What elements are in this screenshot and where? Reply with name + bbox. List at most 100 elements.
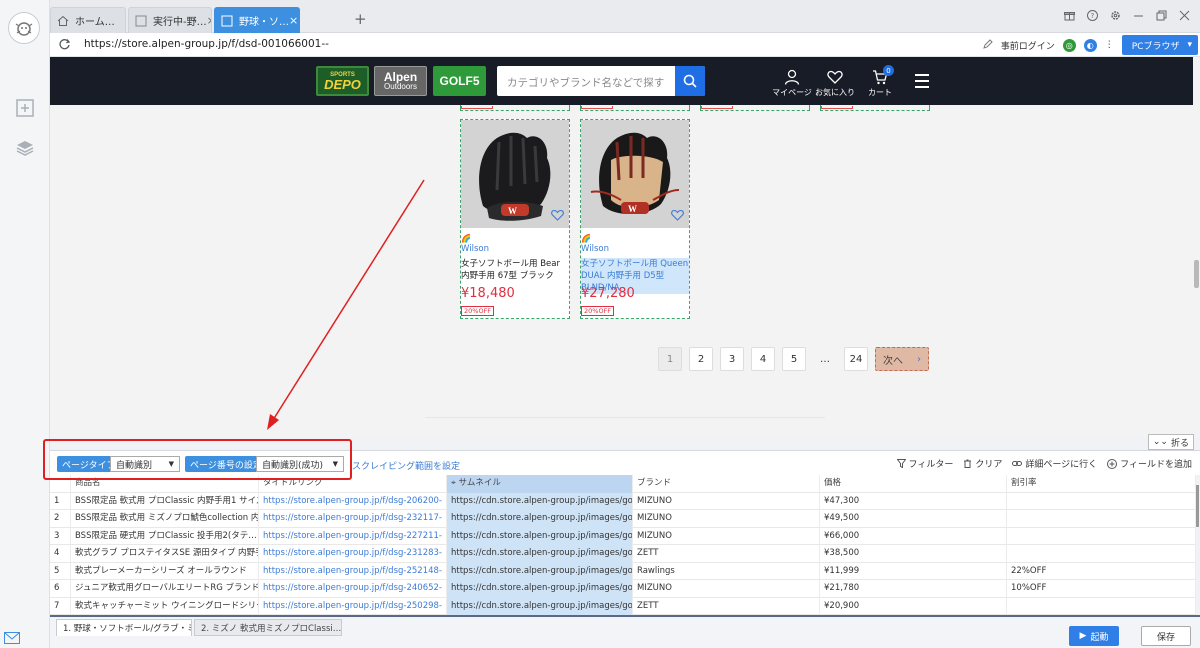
hamburger-menu-icon[interactable] [915,74,929,92]
product-brand[interactable]: Wilson [461,244,489,254]
table-cell[interactable]: MIZUNO [633,492,820,510]
table-cell[interactable]: ZETT [633,597,820,615]
table-cell[interactable]: ¥38,500 [820,545,1007,563]
alpen-outdoors-logo[interactable]: Alpen Outdoors [374,66,427,96]
extension-blue-icon[interactable]: ◐ [1083,38,1097,52]
table-cell[interactable]: MIZUNO [633,510,820,528]
table-row[interactable]: 5 軟式プレーメーカーシリーズ オールラウンド https://store.alpe… [50,562,1196,580]
table-cell[interactable]: https://store.alpen-group.jp/f/dsg-24065… [259,580,447,598]
table-cell[interactable]: https://cdn.store.alpen-group.jp/images/… [447,562,633,580]
column-header[interactable]: ブランド [633,475,820,493]
table-cell[interactable]: https://store.alpen-group.jp/f/dsg-23211… [259,510,447,528]
clear-button[interactable]: クリア [963,457,1002,470]
task-tab-1[interactable]: 1. 野球・ソフトボール/グラブ・ミ… [56,619,192,636]
table-cell[interactable]: ジュニア軟式用グローバルエリートRG ブランドア… [71,580,259,598]
table-row[interactable]: 7 軟式キャッチャーミット ウイニングロードシリー… https://store.a… [50,597,1196,615]
product-card-partial[interactable] [460,105,570,111]
sports-depo-logo[interactable]: SPORTS DEPO [316,66,369,96]
table-cell[interactable] [1007,545,1196,563]
save-button[interactable]: 保存 [1141,626,1191,646]
product-card[interactable]: W 🌈 Wilson 女子ソフトボール用 Bear 内野手用 67型 ブラック … [460,119,570,319]
table-cell[interactable] [1007,510,1196,528]
collapse-button[interactable]: ⌄⌄ 折る [1147,434,1194,450]
task-tab-2[interactable]: 2. ミズノ 軟式用ミズノプロClassi…✕ [194,619,342,636]
run-button[interactable]: ▶ 起動 [1069,626,1119,646]
close-window-icon[interactable] [1178,9,1190,21]
product-card-partial[interactable] [700,105,810,111]
table-cell[interactable]: ¥47,300 [820,492,1007,510]
table-cell[interactable]: ¥66,000 [820,527,1007,545]
minimize-icon[interactable] [1132,9,1144,21]
pre-login-button[interactable]: 事前ログイン [1001,39,1055,52]
column-header[interactable]: 割引率 [1007,475,1196,493]
page-button[interactable]: 1 [658,347,682,371]
page-button[interactable]: 5 [782,347,806,371]
table-cell[interactable] [1007,597,1196,615]
product-name[interactable]: 女子ソフトボール用 Bear 内野手用 67型 ブラック [461,258,569,282]
pc-browser-dropdown[interactable]: PCブラウザ ▾ [1121,35,1198,55]
page-scrollbar[interactable] [1193,105,1200,437]
table-cell[interactable]: ¥11,999 [820,562,1007,580]
table-cell[interactable]: 10%OFF [1007,580,1196,598]
site-search-input[interactable]: カテゴリやブランド名などで探す [497,66,705,96]
table-row[interactable]: 2 BSS限定品 軟式用 ミズノプロ鯱色collection 内野… https:/… [50,510,1196,528]
heart-icon[interactable] [671,209,684,224]
table-cell[interactable]: https://store.alpen-group.jp/f/dsg-23128… [259,545,447,563]
search-button[interactable] [675,66,705,96]
product-card-partial[interactable] [820,105,930,111]
next-page-button[interactable]: 次へ › [875,347,929,371]
gift-icon[interactable] [1063,9,1075,21]
table-cell[interactable]: https://cdn.store.alpen-group.jp/images/… [447,510,633,528]
restore-icon[interactable] [1155,9,1167,21]
close-icon[interactable]: × [289,14,298,27]
golf5-logo[interactable]: GOLF5 [433,66,486,96]
cart-link[interactable]: 0 カート [858,65,902,98]
table-cell[interactable]: 軟式キャッチャーミット ウイニングロードシリー… [71,597,259,615]
layers-icon[interactable] [13,136,37,160]
table-scrollbar[interactable] [1196,475,1200,615]
table-cell[interactable]: ¥20,900 [820,597,1007,615]
table-row[interactable]: 4 軟式グラブ プロステイタスSE 源田タイプ 内野手用 https://store… [50,545,1196,563]
go-detail-button[interactable]: 詳細ページに行く [1012,457,1097,470]
page-button[interactable]: 24 [844,347,868,371]
page-button[interactable]: 2 [689,347,713,371]
table-cell[interactable]: https://store.alpen-group.jp/f/dsg-20620… [259,492,447,510]
product-card-partial[interactable] [580,105,690,111]
close-icon[interactable]: × [207,14,211,27]
product-brand[interactable]: Wilson [581,244,609,254]
column-header[interactable]: ⌖ サムネイル [447,475,633,493]
table-cell[interactable]: https://cdn.store.alpen-group.jp/images/… [447,527,633,545]
table-cell[interactable]: BSS限定品 軟式用 ミズノプロ鯱色collection 内野… [71,510,259,528]
table-cell[interactable]: 軟式グラブ プロステイタスSE 源田タイプ 内野手用 [71,545,259,563]
table-row[interactable]: 1 BSS限定品 軟式用 プロClassic 内野手用1 サイズ9 https://… [50,492,1196,510]
table-cell[interactable]: BSS限定品 硬式用 プロClassic 投手用2(タテ… [71,527,259,545]
tab-running[interactable]: 実行中-野… × [128,7,212,33]
table-cell[interactable]: 軟式プレーメーカーシリーズ オールラウンド [71,562,259,580]
gear-icon[interactable] [1109,9,1121,21]
more-menu-icon[interactable]: ⋮ [1105,40,1114,50]
table-cell[interactable]: BSS限定品 軟式用 プロClassic 内野手用1 サイズ9 [71,492,259,510]
mail-icon[interactable] [4,632,22,646]
table-cell[interactable]: ZETT [633,545,820,563]
table-cell[interactable]: https://store.alpen-group.jp/f/dsg-25029… [259,597,447,615]
table-cell[interactable] [1007,527,1196,545]
edit-icon[interactable] [982,38,993,52]
favorites-link[interactable]: お気に入り [813,69,857,98]
table-cell[interactable]: https://cdn.store.alpen-group.jp/images/… [447,492,633,510]
table-cell[interactable]: https://cdn.store.alpen-group.jp/images/… [447,597,633,615]
app-logo-icon[interactable] [8,12,40,44]
tab-baseball[interactable]: 野球・ソ… × [214,7,300,33]
reload-icon[interactable] [58,38,71,51]
column-header[interactable]: 価格 [820,475,1007,493]
table-cell[interactable]: 22%OFF [1007,562,1196,580]
table-row[interactable]: 3 BSS限定品 硬式用 プロClassic 投手用2(タテ… https://st… [50,527,1196,545]
tab-home[interactable]: ホーム… [50,7,126,33]
url-field[interactable]: https://store.alpen-group.jp/f/dsd-00106… [84,38,329,50]
page-button[interactable]: 3 [720,347,744,371]
table-cell[interactable]: MIZUNO [633,580,820,598]
page-button[interactable]: 4 [751,347,775,371]
table-row[interactable]: 6 ジュニア軟式用グローバルエリートRG ブランドア… https://store.… [50,580,1196,598]
filter-button[interactable]: フィルター [896,457,953,470]
help-icon[interactable]: ? [1086,9,1098,21]
new-tab-icon[interactable]: + [354,10,367,28]
